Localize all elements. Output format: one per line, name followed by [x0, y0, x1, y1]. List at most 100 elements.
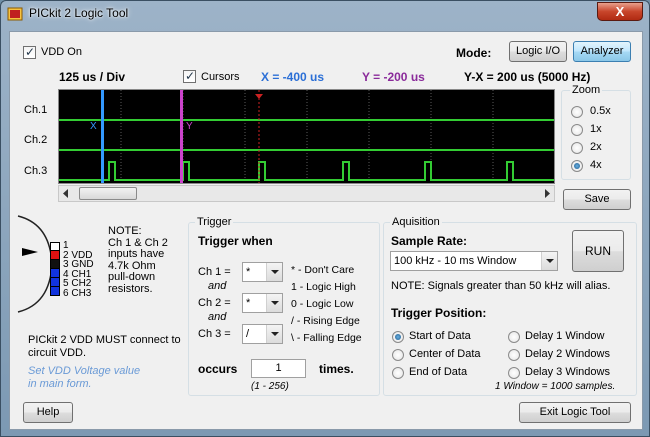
cursors-checkbox[interactable] [183, 69, 196, 83]
zoom-group: Zoom 0.5x 1x 2x 4x [561, 84, 631, 180]
sample-rate-label: Sample Rate: [391, 234, 468, 248]
position-label-start: Start of Data [409, 330, 471, 342]
trigger-group: Trigger Trigger when Ch 1 = * and Ch 2 =… [188, 216, 380, 396]
scope-grid [120, 90, 494, 183]
time-per-div: 125 us / Div [59, 70, 126, 84]
ch2-trigger-label: Ch 2 = [198, 297, 231, 309]
cursor-delta-readout: Y-X = 200 us (5000 Hz) [464, 70, 591, 84]
title-bar[interactable]: PICkit 2 Logic Tool X [1, 1, 649, 27]
cursor-y-readout: Y = -200 us [362, 70, 425, 84]
sample-rate-select[interactable]: 100 kHz - 10 ms Window [390, 251, 558, 271]
vdd-hint: Set VDD Voltage value in main form. [28, 365, 140, 391]
zoom-radio-1x[interactable] [571, 124, 583, 136]
zoom-label-0-5x: 0.5x [590, 105, 611, 117]
note-line: inputs have [108, 248, 165, 260]
trigger-legend: * - Don't Care 1 - Logic High 0 - Logic … [291, 262, 362, 347]
channel-label-1: Ch.1 [24, 104, 48, 116]
cursor-x-readout: X = -400 us [261, 70, 325, 84]
ch1-trigger-value: * [246, 266, 251, 278]
zoom-radio-2x[interactable] [571, 142, 583, 154]
app-icon [7, 7, 23, 21]
client-area: VDD On Mode: Logic I/O Analyzer 125 us /… [9, 31, 643, 430]
channel-label-3: Ch.3 [24, 165, 48, 177]
run-button[interactable]: RUN [572, 230, 624, 272]
analyzer-button[interactable]: Analyzer [573, 41, 631, 62]
hint-line: Set VDD Voltage value [28, 365, 141, 377]
save-button[interactable]: Save [563, 189, 631, 210]
position-radio-delay1[interactable] [508, 331, 520, 343]
vdd-on-label: VDD On [41, 46, 82, 58]
and-label-2: and [208, 311, 227, 323]
scope-display[interactable]: X Y [58, 89, 555, 184]
ch3-trigger-value: / [246, 328, 250, 340]
occurs-input[interactable]: 1 [251, 359, 306, 378]
position-label-delay2: Delay 2 Windows [525, 348, 610, 360]
position-radio-start[interactable] [392, 331, 404, 343]
close-button[interactable]: X [597, 2, 643, 21]
position-radio-delay3[interactable] [508, 367, 520, 379]
logic-io-button[interactable]: Logic I/O [509, 41, 567, 62]
ch1-trigger-label: Ch 1 = [198, 266, 231, 278]
scope-scrollbar[interactable] [58, 185, 555, 202]
pin-2-swatch [50, 251, 60, 260]
position-radio-end[interactable] [392, 367, 404, 379]
chevron-down-icon[interactable] [541, 252, 557, 270]
vdd-warning: PICkit 2 VDD MUST connect to circuit VDD… [28, 334, 181, 360]
pin-num: 6 [63, 287, 69, 299]
chevron-down-icon[interactable] [266, 294, 282, 312]
trigger-group-title: Trigger [195, 216, 234, 228]
warning-line: PICkit 2 VDD MUST connect to [28, 334, 181, 346]
note-line: NOTE: [108, 225, 142, 237]
connector-pins [50, 242, 60, 298]
cursor-x-tag: X [90, 121, 97, 132]
ch3-trigger-label: Ch 3 = [198, 328, 231, 340]
pin-label: CH3 [71, 287, 92, 299]
trigger-marker-head [255, 94, 263, 99]
ch3-trigger-select[interactable]: / [242, 324, 283, 344]
cursor-x[interactable] [101, 90, 104, 183]
alias-note: NOTE: Signals greater than 50 kHz will a… [391, 280, 611, 292]
pin-4-swatch [50, 269, 60, 278]
occurs-label: occurs [198, 362, 238, 376]
ch2-trigger-value: * [246, 297, 251, 309]
scroll-left-icon[interactable] [62, 189, 70, 198]
note-line: resistors. [108, 282, 153, 295]
chevron-down-icon[interactable] [266, 325, 282, 343]
exit-logic-tool-button[interactable]: Exit Logic Tool [519, 402, 631, 423]
zoom-title: Zoom [570, 84, 603, 96]
position-radio-center[interactable] [392, 349, 404, 361]
acquisition-title: Aquisition [390, 216, 442, 228]
scroll-right-icon[interactable] [543, 189, 551, 198]
close-icon: X [615, 4, 625, 19]
vdd-on-checkbox[interactable] [23, 45, 36, 59]
pin-3-swatch [50, 260, 60, 269]
legend-line: \ - Falling Edge [291, 332, 362, 344]
zoom-radio-4x[interactable] [571, 160, 583, 172]
chevron-down-icon[interactable] [266, 263, 282, 281]
mode-label: Mode: [456, 46, 492, 60]
position-radio-delay2[interactable] [508, 349, 520, 361]
cursor-y[interactable] [180, 90, 183, 183]
channel-label-2: Ch.2 [24, 134, 48, 146]
position-label-end: End of Data [409, 366, 468, 378]
ch1-trigger-select[interactable]: * [242, 262, 283, 282]
legend-line: 1 - Logic High [291, 281, 356, 293]
ch2-trigger-select[interactable]: * [242, 293, 283, 313]
scope-canvas[interactable]: X Y [59, 90, 554, 183]
position-label-center: Center of Data [409, 348, 481, 360]
pulldown-note: NOTE: Ch 1 & Ch 2 inputs have 4.7k Ohm p… [108, 225, 168, 295]
help-button[interactable]: Help [23, 402, 73, 423]
pin1-arrow-icon [22, 248, 38, 256]
pin-5-swatch [50, 278, 60, 287]
zoom-label-1x: 1x [590, 123, 602, 135]
pin-6-swatch [50, 287, 60, 296]
cursors-label: Cursors [201, 71, 240, 83]
zoom-radio-0-5x[interactable] [571, 106, 583, 118]
position-label-delay3: Delay 3 Windows [525, 366, 610, 378]
warning-line: circuit VDD. [28, 347, 87, 359]
trigger-position-label: Trigger Position: [391, 306, 487, 320]
scroll-thumb[interactable] [79, 187, 137, 200]
legend-line: / - Rising Edge [291, 315, 360, 327]
legend-line: 0 - Logic Low [291, 298, 354, 310]
occurs-range: (1 - 256) [251, 381, 289, 392]
